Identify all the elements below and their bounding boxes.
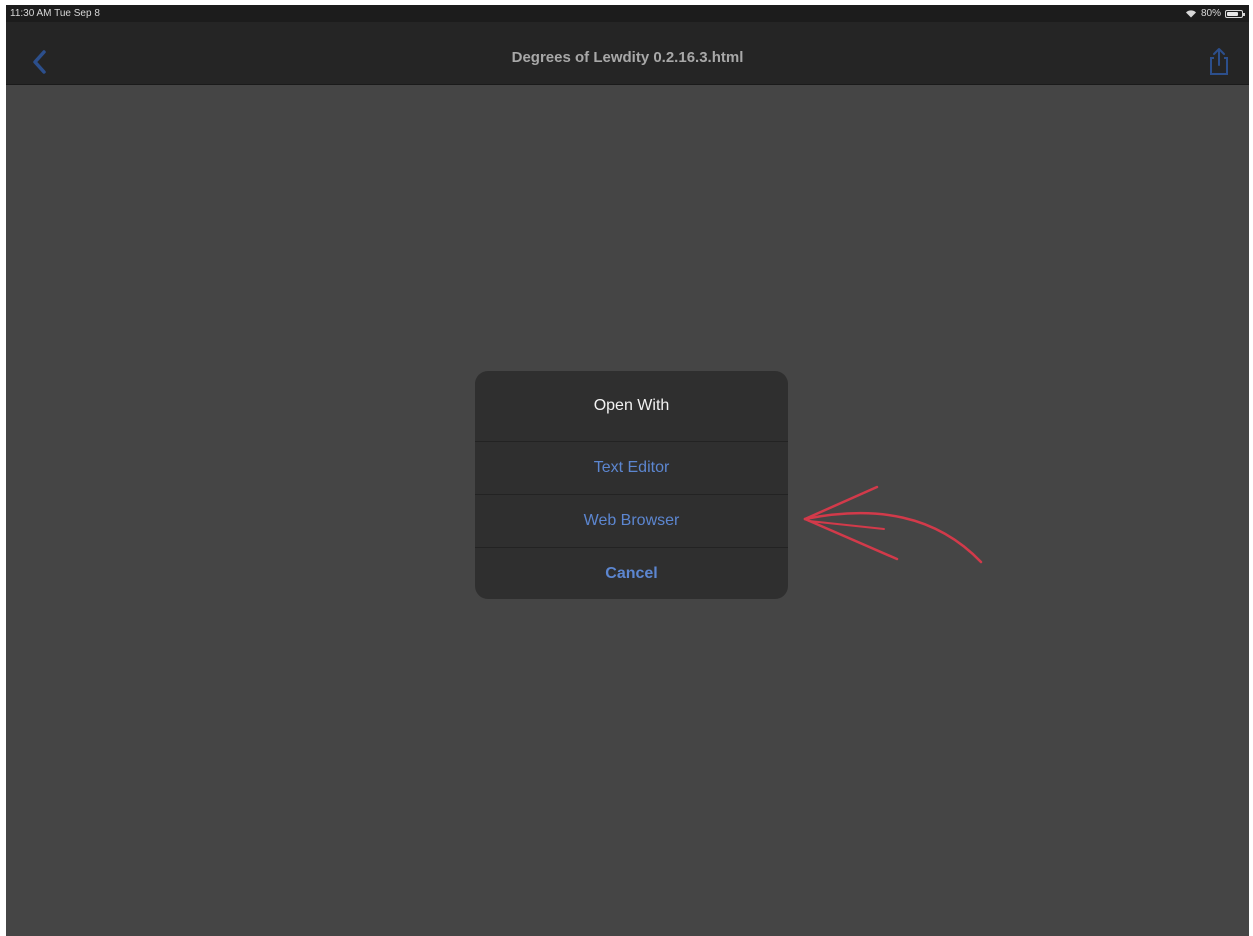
status-time: 11:30 AM Tue Sep 8	[10, 8, 100, 19]
status-indicators: 80%	[1185, 5, 1245, 22]
navigation-bar: Degrees of Lewdity 0.2.16.3.html	[6, 22, 1249, 85]
app-screen: 11:30 AM Tue Sep 8 80% Degrees of Lewdit…	[6, 5, 1249, 936]
cancel-button[interactable]: Cancel	[475, 548, 788, 599]
status-bar: 11:30 AM Tue Sep 8 80%	[6, 5, 1249, 22]
battery-percent: 80%	[1200, 8, 1221, 19]
wifi-icon	[1185, 10, 1196, 18]
text-editor-button[interactable]: Text Editor	[475, 442, 788, 495]
share-button[interactable]	[1207, 46, 1231, 76]
page-title: Degrees of Lewdity 0.2.16.3.html	[511, 49, 744, 66]
share-icon	[1210, 48, 1228, 75]
dialog-title: Open With	[475, 371, 788, 442]
battery-icon	[1225, 9, 1245, 18]
web-browser-button[interactable]: Web Browser	[475, 495, 788, 548]
battery-level	[1227, 11, 1239, 16]
open-with-dialog: Open With Text Editor Web Browser Cancel	[475, 371, 788, 599]
